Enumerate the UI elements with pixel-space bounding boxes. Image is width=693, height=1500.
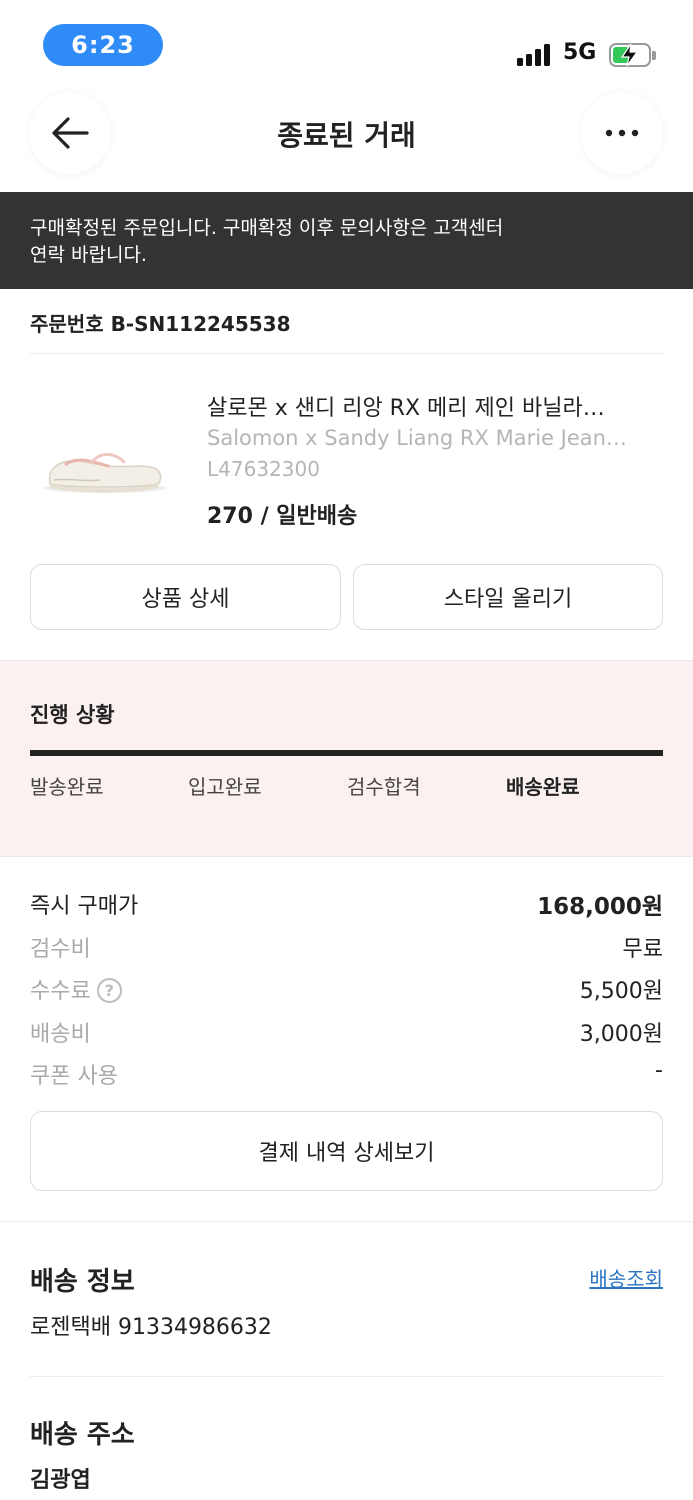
track-delivery-link[interactable]: 배송조회	[589, 1263, 663, 1292]
post-style-button[interactable]: 스타일 올리기	[353, 564, 663, 630]
order-number: 주문번호 B-SN112245538	[30, 312, 291, 336]
section-divider	[0, 1221, 693, 1222]
purchase-confirmed-notice: 구매확정된 주문입니다. 구매확정 이후 문의사항은 고객센터 연락 바랍니다.	[0, 192, 693, 289]
status-bar: 6:23 5G	[0, 0, 693, 92]
product-name-korean[interactable]: 살로몬 x 샌디 리앙 RX 메리 제인 바닐라…	[207, 390, 657, 422]
shipping-fee-label: 배송비	[30, 1022, 91, 1047]
coupon-label: 쿠폰 사용	[30, 1064, 118, 1089]
sneaker-image	[43, 453, 167, 493]
network-label: 5G	[563, 40, 597, 65]
top-header: 종료된 거래	[0, 92, 693, 192]
delivery-info-title: 배송 정보	[30, 1267, 135, 1297]
commission-value: 5,500원	[579, 979, 663, 1004]
size-delivery-type: 270 / 일반배송	[207, 504, 358, 529]
step-warehoused: 입고완료	[188, 775, 262, 799]
inspection-fee-value: 무료	[622, 937, 663, 962]
instant-price-value: 168,000원	[537, 894, 663, 920]
step-inspection-passed: 검수합격	[347, 775, 421, 799]
step-shipped: 발송완료	[30, 775, 104, 799]
step-delivered: 배송완료	[506, 775, 580, 799]
help-icon[interactable]: ?	[96, 977, 122, 1003]
signal-icon	[517, 44, 555, 66]
progress-title: 진행 상황	[30, 703, 115, 727]
payment-details-button[interactable]: 결제 내역 상세보기	[30, 1111, 663, 1191]
tracking-number: 로젠택배 91334986632	[30, 1315, 272, 1340]
commission-label-row: 수수료?	[30, 973, 122, 1005]
commission-label: 수수료	[30, 979, 91, 1004]
recipient-name: 김광엽	[30, 1468, 91, 1493]
product-code: L47632300	[207, 457, 320, 481]
product-detail-button[interactable]: 상품 상세	[30, 564, 341, 630]
divider	[30, 353, 663, 354]
progress-bar	[30, 750, 663, 756]
notice-line-2: 연락 바랍니다.	[30, 244, 147, 266]
product-name-english: Salomon x Sandy Liang RX Marie Jean…	[207, 426, 627, 450]
notice-line-1: 구매확정된 주문입니다. 구매확정 이후 문의사항은 고객센터	[30, 217, 504, 239]
divider	[30, 1376, 663, 1377]
product-image[interactable]	[30, 422, 180, 512]
battery-tip	[652, 51, 656, 60]
more-horizontal-icon	[605, 129, 639, 137]
progress-section: 진행 상황 발송완료 입고완료 검수합격 배송완료	[0, 660, 693, 857]
coupon-value: -	[655, 1058, 663, 1083]
instant-price-label: 즉시 구매가	[30, 894, 139, 919]
inspection-fee-label: 검수비	[30, 937, 91, 962]
shipping-fee-value: 3,000원	[579, 1022, 663, 1047]
battery-charging-icon	[609, 43, 651, 67]
status-time: 6:23	[43, 24, 163, 66]
more-button[interactable]	[581, 92, 663, 174]
delivery-address-title: 배송 주소	[30, 1420, 135, 1450]
